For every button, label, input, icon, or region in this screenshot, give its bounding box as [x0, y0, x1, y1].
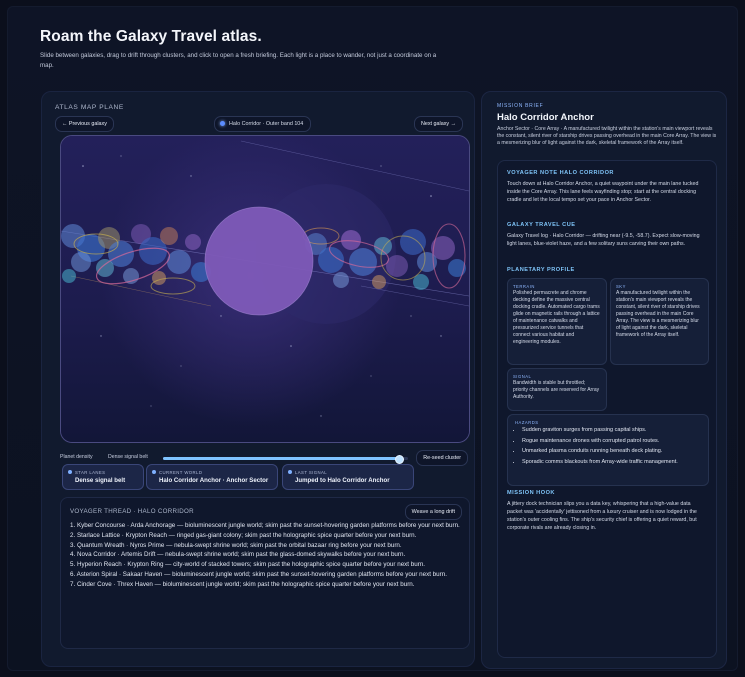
- planet[interactable]: [341, 230, 361, 250]
- hazards-label: HAZARDS: [515, 420, 539, 425]
- location-pill: Halo Corridor · Outer band 104: [214, 116, 312, 132]
- list-item[interactable]: 2. Starlace Lattice · Krypton Reach — ri…: [70, 531, 462, 541]
- mission-brief-panel: MISSION BRIEF Halo Corridor Anchor Ancho…: [481, 91, 727, 669]
- density-slider-fill: [163, 457, 399, 460]
- density-row: Planet density Dense signal belt Re-seed…: [60, 450, 468, 466]
- density-slider-thumb[interactable]: [395, 455, 405, 464]
- list-item[interactable]: 3. Quantum Wreath · Nyros Prime — nebula…: [70, 541, 462, 551]
- list-item[interactable]: 6. Asterion Spiral · Sakaar Haven — biol…: [70, 570, 462, 580]
- chip-label: LAST SIGNAL: [295, 470, 328, 475]
- app-window: Roam the Galaxy Travel atlas. Slide betw…: [7, 6, 738, 671]
- list-item: Sporadic comms blackouts from Array-wide…: [522, 458, 710, 467]
- travel-cue-title: GALAXY TRAVEL CUE: [507, 222, 576, 228]
- weave-long-drift-button[interactable]: Weave a long drift: [404, 504, 462, 520]
- sky-box: SKY A manufactured twilight within the s…: [610, 278, 709, 365]
- density-slider[interactable]: [163, 455, 408, 464]
- voyager-note-text: Touch down at Halo Corridor Anchor, a qu…: [507, 181, 699, 203]
- brief-card: VOYAGER NOTE HALO CORRIDOR Touch down at…: [497, 160, 717, 658]
- planet[interactable]: [167, 250, 191, 274]
- planet[interactable]: [185, 234, 201, 250]
- thread-list: 1. Kyber Concourse · Arda Anchorage — bi…: [70, 521, 462, 590]
- density-value: Dense signal belt: [108, 454, 148, 460]
- list-item[interactable]: 7. Cinder Cove · Threx Haven — biolumine…: [70, 580, 462, 590]
- planet[interactable]: [372, 275, 386, 289]
- location-text: Halo Corridor · Outer band 104: [229, 121, 304, 127]
- chip-dot-icon: [68, 470, 72, 474]
- planet[interactable]: [71, 252, 91, 272]
- terrain-text: Polished permacrete and chrome decking d…: [513, 290, 600, 345]
- signal-label: SIGNAL: [513, 374, 532, 379]
- terrain-label: TERRAIN: [513, 284, 535, 289]
- brief-title: Halo Corridor Anchor: [497, 112, 594, 123]
- density-label: Planet density: [60, 454, 93, 460]
- chip-star-lanes: STAR LANES Dense signal belt: [62, 464, 144, 490]
- planet[interactable]: [448, 259, 466, 277]
- brief-lead: Anchor Sector · Core Array · A manufactu…: [497, 126, 717, 147]
- atlas-panel: ATLAS MAP PLANE ← Previous galaxy Halo C…: [41, 91, 475, 667]
- page-subtitle: Slide between galaxies, drag to drift th…: [40, 52, 437, 69]
- chip-value: Halo Corridor Anchor · Anchor Sector: [159, 477, 269, 484]
- planet[interactable]: [62, 269, 76, 283]
- planet[interactable]: [386, 255, 408, 277]
- sky-text: A manufactured twilight within the stati…: [616, 290, 700, 338]
- atlas-map-canvas[interactable]: [61, 136, 469, 442]
- location-dot-icon: [220, 121, 225, 126]
- list-item[interactable]: 4. Nova Corridor · Artemis Drift — nebul…: [70, 550, 462, 560]
- planet[interactable]: [160, 227, 178, 245]
- reseed-cluster-button[interactable]: Re-seed cluster: [416, 450, 468, 466]
- chip-last-signal: LAST SIGNAL Jumped to Halo Corridor Anch…: [282, 464, 414, 490]
- travel-cue-text: Galaxy Travel log · Halo Corridor — drif…: [507, 233, 700, 247]
- signal-text: Bandwidth is stable but throttled; prior…: [513, 380, 600, 400]
- chip-label: STAR LANES: [75, 470, 106, 475]
- planet[interactable]: [96, 259, 114, 277]
- mission-hook-title: MISSION HOOK: [507, 490, 555, 496]
- planet[interactable]: [152, 271, 166, 285]
- planet[interactable]: [431, 236, 455, 260]
- list-item: Rogue maintenance drones with corrupted …: [522, 437, 710, 446]
- signal-box: SIGNAL Bandwidth is stable but throttled…: [507, 368, 607, 411]
- planet[interactable]: [400, 229, 426, 255]
- atlas-label: ATLAS MAP PLANE: [55, 104, 124, 111]
- planet[interactable]: [333, 272, 349, 288]
- voyager-note-title: VOYAGER NOTE HALO CORRIDOR: [507, 170, 614, 176]
- hazards-box: HAZARDS Sudden graviton surges from pass…: [507, 414, 709, 486]
- chip-current-world: CURRENT WORLD Halo Corridor Anchor · Anc…: [146, 464, 278, 490]
- planet[interactable]: [374, 237, 392, 255]
- chip-value: Dense signal belt: [75, 477, 126, 484]
- terrain-box: TERRAIN Polished permacrete and chrome d…: [507, 278, 607, 365]
- mission-hook-text: A jittery dock technician slips you a da…: [507, 501, 697, 531]
- list-item[interactable]: 1. Kyber Concourse · Arda Anchorage — bi…: [70, 521, 462, 531]
- planetary-profile-title: PLANETARY PROFILE: [507, 267, 575, 273]
- list-item[interactable]: 5. Hyperion Reach · Krypton Ring — city-…: [70, 560, 462, 570]
- brief-kicker: MISSION BRIEF: [497, 103, 544, 109]
- voyager-thread: VOYAGER THREAD · HALO CORRIDOR Weave a l…: [60, 497, 470, 649]
- atlas-map[interactable]: [60, 135, 470, 443]
- list-item: Sudden graviton surges from passing capi…: [522, 426, 710, 435]
- chip-value: Jumped to Halo Corridor Anchor: [295, 477, 390, 484]
- planet[interactable]: [349, 248, 377, 276]
- chip-dot-icon: [152, 470, 156, 474]
- list-item: Unmarked plasma conduits running beneath…: [522, 447, 710, 456]
- page-title: Roam the Galaxy Travel atlas.: [40, 28, 262, 45]
- sky-label: SKY: [616, 284, 626, 289]
- hazards-list: Sudden graviton surges from passing capi…: [512, 426, 710, 468]
- chip-label: CURRENT WORLD: [159, 470, 203, 475]
- next-galaxy-button[interactable]: Next galaxy →: [413, 116, 463, 132]
- core-planet-halo-corridor-anchor[interactable]: [205, 207, 313, 315]
- thread-label: VOYAGER THREAD · HALO CORRIDOR: [70, 508, 194, 515]
- chip-dot-icon: [288, 470, 292, 474]
- previous-galaxy-button[interactable]: ← Previous galaxy: [55, 116, 114, 132]
